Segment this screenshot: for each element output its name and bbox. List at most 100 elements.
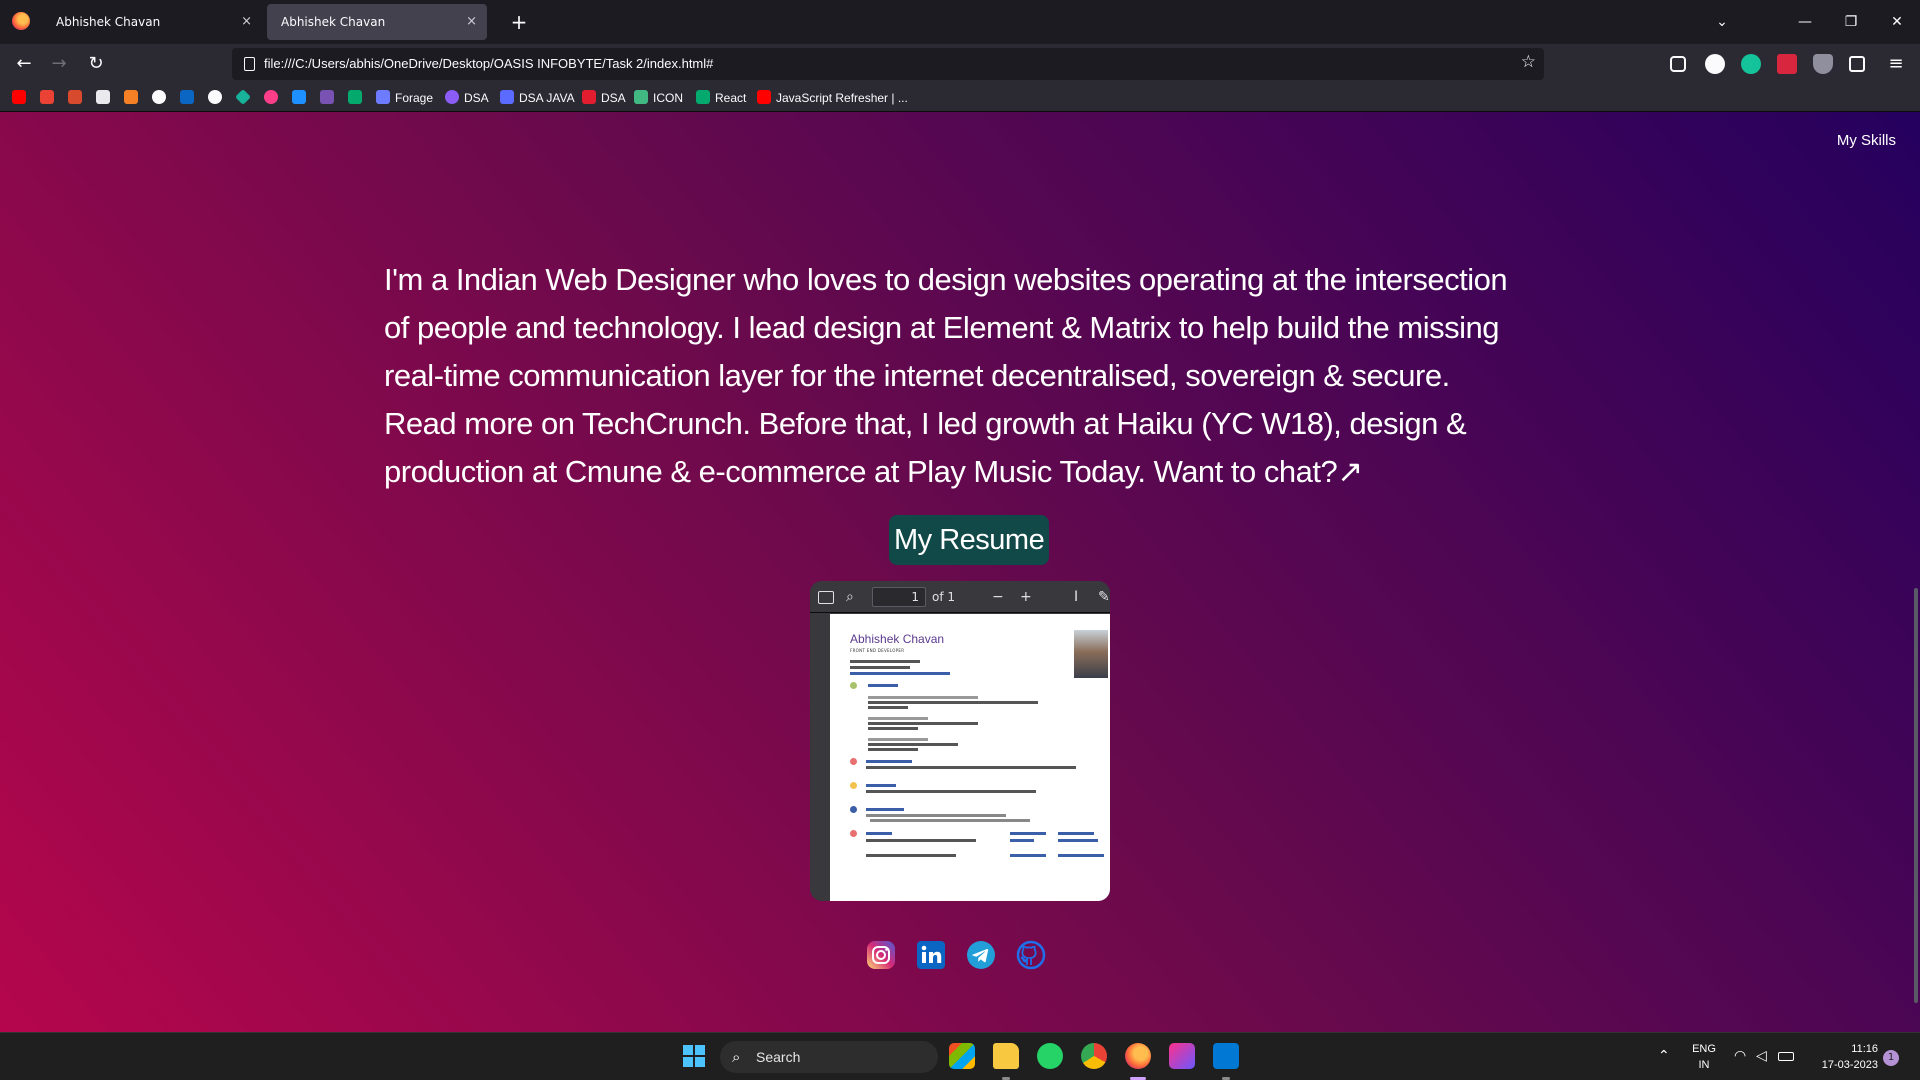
url-bar[interactable]: file:///C:/Users/abhis/OneDrive/Desktop/… [232, 48, 1544, 80]
bookmark-dsa-java[interactable]: DSA JAVA [500, 90, 575, 106]
bookmark-pink[interactable] [264, 90, 278, 106]
page-icon [244, 57, 255, 71]
skills-icon [850, 758, 857, 765]
grammarly-icon[interactable] [1741, 54, 1761, 74]
window-close-icon[interactable]: ✕ [1875, 0, 1919, 44]
bookmark-info[interactable] [152, 90, 166, 106]
github-icon[interactable] [1016, 940, 1046, 970]
telegram-icon[interactable] [966, 940, 996, 970]
bookmark-star-icon[interactable]: ☆ [1521, 52, 1536, 72]
nav-link-skills[interactable]: My Skills [1837, 132, 1896, 149]
bookmark-is[interactable] [292, 90, 306, 106]
vscode-icon[interactable] [1213, 1043, 1239, 1069]
instagram-icon[interactable] [866, 940, 896, 970]
bookmark-w[interactable] [348, 90, 362, 106]
diamond-icon [235, 89, 251, 105]
chrome-icon[interactable] [1081, 1043, 1107, 1069]
intellij-icon[interactable] [1169, 1043, 1195, 1069]
bookmark-dsa[interactable]: DSA [445, 90, 489, 106]
back-icon[interactable]: ← [10, 50, 38, 78]
scrollbar[interactable] [1914, 588, 1918, 1003]
close-icon[interactable]: × [466, 4, 477, 40]
clock-time[interactable]: 11:16 [1808, 1043, 1878, 1055]
tab-1[interactable]: Abhishek Chavan × [42, 4, 262, 40]
page-count: of 1 [932, 590, 956, 604]
firefox-icon[interactable] [12, 12, 30, 30]
bookmark-icon[interactable]: ICON [634, 90, 683, 106]
soft-skills-icon [850, 782, 857, 789]
notification-badge[interactable]: 1 [1883, 1050, 1899, 1066]
region: IN [1698, 1059, 1710, 1071]
bookmark-react[interactable]: React [696, 90, 746, 106]
tab-2[interactable]: Abhishek Chavan × [267, 4, 487, 40]
volume-icon[interactable]: ◁ [1756, 1048, 1767, 1064]
minimize-icon[interactable]: — [1783, 0, 1827, 44]
zoom-out-button[interactable]: − [992, 587, 1004, 607]
sidebar-toggle-icon[interactable] [818, 591, 834, 604]
bookmark-github[interactable] [208, 90, 222, 106]
bookmark-dsa-2[interactable]: DSA [582, 90, 626, 106]
bookmark-linkedin[interactable] [180, 90, 194, 106]
info-icon [152, 90, 166, 104]
bookmark-diamond[interactable] [235, 89, 251, 106]
bookmark-gmail[interactable] [40, 90, 54, 106]
bootstrap-icon [320, 90, 334, 104]
pdf-page: Abhishek Chavan FRONT END DEVELOPER [830, 614, 1110, 901]
search-icon: ⌕ [732, 1048, 741, 1066]
bookmark-forage[interactable]: Forage [376, 90, 433, 106]
taskbar: ⌕ Search ⌃ ENG IN ◠ ◁ 11:16 17-03-2023 1 [0, 1032, 1920, 1080]
pocket-icon[interactable] [1670, 56, 1686, 72]
page-content: My Skills I'm a Indian Web Designer who … [0, 112, 1920, 1032]
tab-bar: Abhishek Chavan × Abhishek Chavan × + ⌄ … [0, 0, 1920, 44]
youtube-icon [12, 90, 26, 104]
resume-pdf-viewer[interactable]: ⌕ 1 of 1 − + I ✎ Abhishek Chavan FRONT E… [810, 581, 1110, 901]
account-icon[interactable] [1705, 54, 1725, 74]
reload-icon[interactable]: ↻ [82, 50, 110, 78]
restore-icon[interactable]: ❐ [1829, 0, 1873, 44]
store-icon[interactable] [949, 1043, 975, 1069]
menu-icon[interactable]: ≡ [1882, 50, 1910, 78]
intro-paragraph: I'm a Indian Web Designer who loves to d… [384, 262, 1508, 489]
battery-icon[interactable] [1778, 1052, 1794, 1061]
pdf-extension-icon[interactable] [1777, 54, 1797, 74]
zoom-in-button[interactable]: + [1020, 587, 1032, 607]
linkedin-icon [180, 90, 194, 104]
navigation-bar: ← → ↻ file:///C:/Users/abhis/OneDrive/De… [0, 44, 1920, 84]
bookmark-bootstrap[interactable] [320, 90, 334, 106]
draw-icon[interactable]: ✎ [1098, 587, 1110, 607]
bookmark-orange[interactable] [124, 90, 138, 106]
page-number-input[interactable]: 1 [872, 587, 926, 607]
forward-icon[interactable]: → [45, 50, 73, 78]
bookmark-javascript-refresher[interactable]: JavaScript Refresher | ... [757, 90, 908, 106]
shield-icon[interactable] [1813, 54, 1833, 74]
url-text[interactable]: file:///C:/Users/abhis/OneDrive/Desktop/… [264, 48, 713, 80]
pink-app-icon [264, 90, 278, 104]
linkedin-icon[interactable] [916, 940, 946, 970]
search-icon[interactable]: ⌕ [846, 587, 854, 607]
youtube-icon [757, 90, 771, 104]
bookmark-grid[interactable] [96, 90, 110, 106]
resume-role: FRONT END DEVELOPER [850, 648, 905, 653]
firefox-taskbar-icon[interactable] [1125, 1043, 1151, 1069]
clock-date[interactable]: 17-03-2023 [1808, 1059, 1878, 1071]
text-cursor-icon[interactable]: I [1074, 587, 1078, 607]
tab-list-icon[interactable]: ⌄ [1700, 0, 1744, 44]
bookmarks-toolbar: Forage DSA DSA JAVA DSA ICON React JavaS… [0, 84, 1920, 112]
search-placeholder: Search [756, 1049, 801, 1065]
taskbar-search[interactable]: ⌕ Search [720, 1041, 938, 1073]
grid-icon [96, 90, 110, 104]
close-icon[interactable]: × [241, 4, 252, 40]
whatsapp-icon[interactable] [1037, 1043, 1063, 1069]
wifi-icon[interactable]: ◠ [1734, 1048, 1746, 1064]
new-tab-button[interactable]: + [505, 8, 533, 36]
windows-start-icon[interactable] [681, 1043, 707, 1069]
chevron-up-icon[interactable]: ⌃ [1658, 1048, 1670, 1064]
tab-title: Abhishek Chavan [281, 15, 386, 29]
extensions-icon[interactable] [1849, 56, 1865, 72]
bookmark-terminal[interactable] [68, 90, 82, 106]
file-explorer-icon[interactable] [993, 1043, 1019, 1069]
language[interactable]: ENG [1690, 1043, 1718, 1055]
vue-icon [634, 90, 648, 104]
bookmark-youtube[interactable] [12, 90, 26, 106]
resume-button[interactable]: My Resume [889, 515, 1050, 565]
